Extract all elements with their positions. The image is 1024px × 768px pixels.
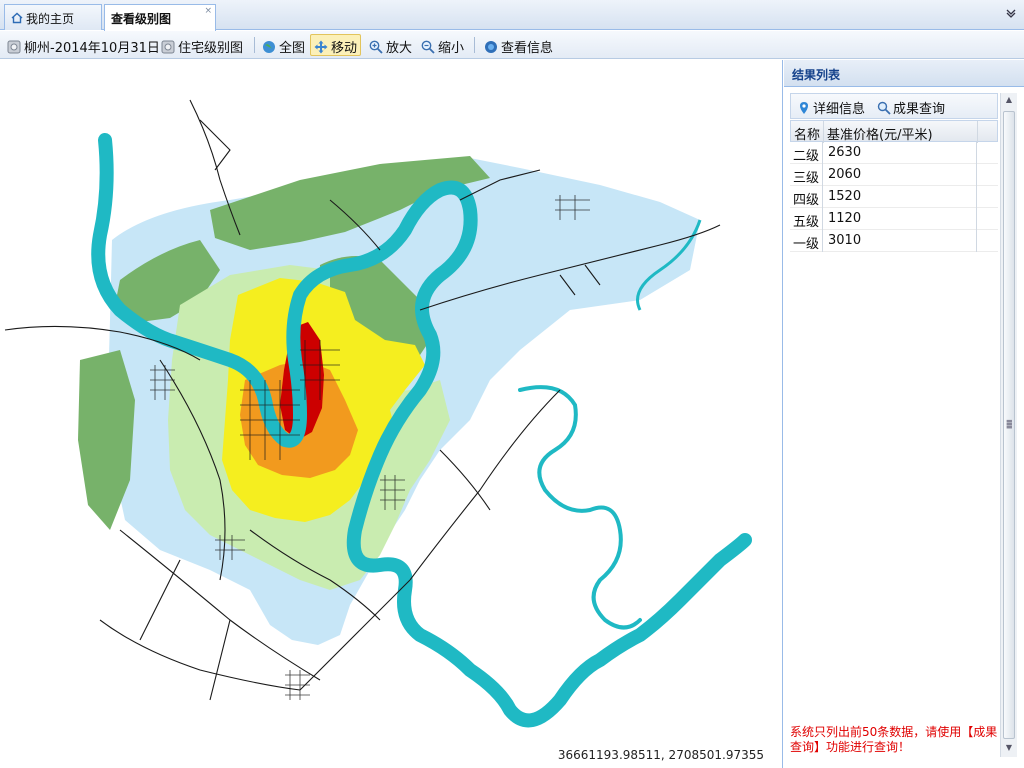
map-view[interactable]: 36661193.98511, 2708501.97355 xyxy=(0,60,783,768)
panel-scrollbar[interactable]: ▲ ▬ ▬ ▬ ▼ xyxy=(1000,93,1017,757)
grip-icon: ▬ ▬ ▬ xyxy=(1006,417,1013,431)
panel-toolbar: 详细信息 成果查询 xyxy=(790,93,998,119)
move-icon xyxy=(314,40,328,54)
info-button[interactable]: 查看信息 xyxy=(481,34,556,56)
column-header-name[interactable]: 名称 xyxy=(794,124,820,143)
row-name: 二级 xyxy=(793,149,820,164)
column-divider xyxy=(977,121,978,143)
toolbar-separator xyxy=(254,37,255,53)
row-price: 2630 xyxy=(828,145,862,160)
zoom-in-button[interactable]: 放大 xyxy=(366,34,415,56)
tab-home[interactable]: 我的主页 xyxy=(4,4,102,30)
layer-label: 住宅级别图 xyxy=(178,41,244,56)
map-pin-icon xyxy=(797,101,811,115)
column-divider xyxy=(976,142,977,164)
tab-level-map-label: 查看级别图 xyxy=(111,12,172,26)
column-divider xyxy=(822,142,823,164)
row-name: 三级 xyxy=(793,171,820,186)
zoom-out-button[interactable]: 缩小 xyxy=(418,34,467,56)
column-divider xyxy=(976,230,977,252)
query-button[interactable]: 成果查询 xyxy=(877,98,945,117)
info-globe-icon xyxy=(484,40,498,54)
scroll-up-icon[interactable]: ▲ xyxy=(1003,95,1015,107)
zoom-out-icon xyxy=(421,40,435,54)
info-label: 查看信息 xyxy=(501,41,554,56)
tab-level-map[interactable]: 查看级别图 × xyxy=(104,4,216,31)
scrollbar-thumb[interactable]: ▬ ▬ ▬ xyxy=(1003,111,1015,739)
toolbar-separator xyxy=(474,37,475,53)
land-level-map xyxy=(4,99,752,728)
full-extent-button[interactable]: 全图 xyxy=(259,34,308,56)
details-button[interactable]: 详细信息 xyxy=(797,98,865,117)
column-divider xyxy=(822,230,823,252)
row-price: 3010 xyxy=(828,233,862,248)
river-tributary-east xyxy=(518,385,642,630)
dataset-button[interactable]: 柳州-2014年10月31日 xyxy=(4,34,163,56)
table-row[interactable]: 四级 1520 xyxy=(790,186,998,208)
results-table: 名称 基准价格(元/平米) 二级 2630 三级 2060 四级 1520 五级… xyxy=(790,120,998,252)
column-divider xyxy=(976,208,977,230)
table-row[interactable]: 三级 2060 xyxy=(790,164,998,186)
column-divider xyxy=(823,121,824,143)
layer-button[interactable]: 住宅级别图 xyxy=(158,34,246,56)
pan-button[interactable]: 移动 xyxy=(310,34,362,56)
full-extent-label: 全图 xyxy=(279,41,306,56)
column-divider xyxy=(822,186,823,208)
table-header: 名称 基准价格(元/平米) xyxy=(790,120,998,143)
details-label: 详细信息 xyxy=(813,102,866,117)
gear-icon xyxy=(161,40,175,54)
pan-label: 移动 xyxy=(331,41,358,56)
row-name: 四级 xyxy=(793,193,820,208)
row-price: 1120 xyxy=(828,211,862,226)
map-toolbar: 柳州-2014年10月31日 住宅级别图 全图 移动 放大 缩小 查看信息 xyxy=(0,31,1024,59)
scroll-down-icon[interactable]: ▼ xyxy=(1003,743,1015,755)
row-name: 五级 xyxy=(793,215,820,230)
zoom-in-label: 放大 xyxy=(386,41,413,56)
query-label: 成果查询 xyxy=(893,102,946,117)
globe-icon xyxy=(262,40,276,54)
tab-home-label: 我的主页 xyxy=(26,12,75,26)
zoom-out-label: 缩小 xyxy=(438,41,465,56)
table-row[interactable]: 二级 2630 xyxy=(790,142,998,164)
results-panel: 结果列表 详细信息 成果查询 名称 基准价格(元/平米) 二级 2630 三级 … xyxy=(784,60,1024,768)
column-header-price[interactable]: 基准价格(元/平米) xyxy=(827,124,933,143)
tab-bar: 我的主页 查看级别图 × xyxy=(0,0,1024,31)
zoom-in-icon xyxy=(369,40,383,54)
panel-title: 结果列表 xyxy=(784,60,1024,87)
chevron-down-icon[interactable] xyxy=(1004,7,1018,21)
home-icon xyxy=(11,12,23,24)
row-price: 2060 xyxy=(828,167,862,182)
row-name: 一级 xyxy=(793,237,820,252)
result-limit-notice: 系统只列出前50条数据，请使用【成果查询】功能进行查询！ xyxy=(790,725,998,754)
column-divider xyxy=(976,186,977,208)
gear-icon xyxy=(7,40,21,54)
row-price: 1520 xyxy=(828,189,862,204)
column-divider xyxy=(822,164,823,186)
tab-close-icon[interactable]: × xyxy=(204,6,212,16)
table-row[interactable]: 五级 1120 xyxy=(790,208,998,230)
column-divider xyxy=(822,208,823,230)
table-row[interactable]: 一级 3010 xyxy=(790,230,998,252)
search-icon xyxy=(877,101,891,115)
map-coordinate-readout: 36661193.98511, 2708501.97355 xyxy=(557,748,764,762)
dataset-label: 柳州-2014年10月31日 xyxy=(24,41,160,56)
column-divider xyxy=(976,164,977,186)
